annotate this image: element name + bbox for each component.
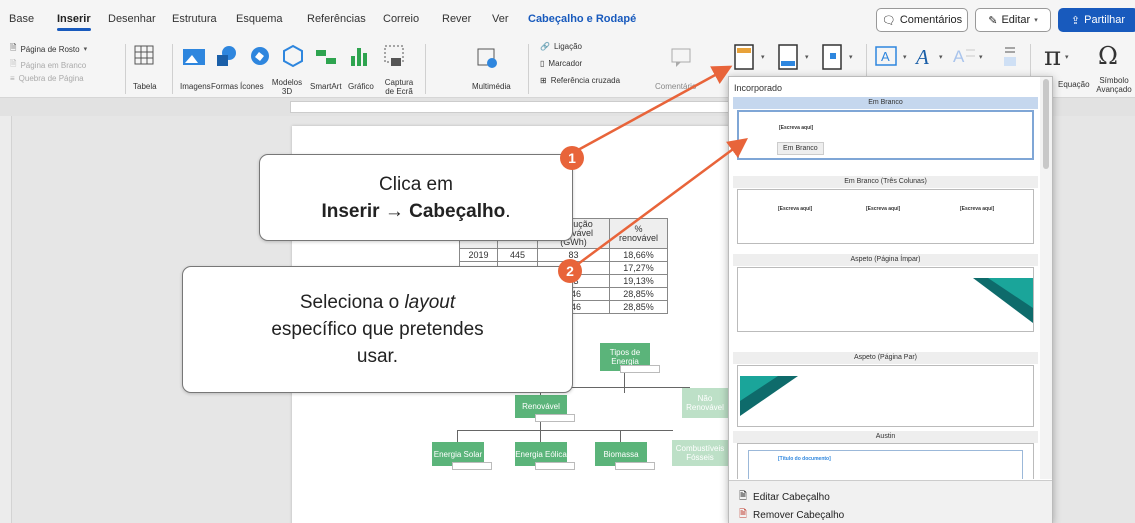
word-window: Base Inserir Desenhar Estrutura Esquema …	[0, 0, 1135, 523]
callout-2-line-3: usar.	[356, 346, 399, 367]
callout-1-line-1: Clica em	[379, 173, 453, 195]
callout-2-pre: Seleciona o	[299, 292, 400, 313]
callout-1-period: .	[505, 200, 511, 222]
step-badge-1: 1	[560, 146, 584, 170]
arrow-1	[577, 65, 733, 152]
callout-step-2: Seleciona o layout específico que preten…	[182, 266, 573, 393]
callout-1-bold-cabecalho: Cabeçalho	[409, 200, 506, 222]
arrow-right-icon: →	[384, 200, 404, 222]
callout-2-line-1: Seleciona o layout	[183, 289, 572, 316]
callout-2-italic: layout	[404, 292, 456, 313]
arrow-2	[577, 138, 749, 266]
step-badge-2: 2	[558, 259, 582, 283]
callout-1-bold-inserir: Inserir	[321, 200, 380, 222]
callout-2-line-2: específico que pretendes	[271, 319, 484, 340]
callout-step-1: Clica em Inserir → Cabeçalho.	[259, 154, 573, 241]
callout-1-line-2: Inserir → Cabeçalho.	[260, 198, 572, 225]
